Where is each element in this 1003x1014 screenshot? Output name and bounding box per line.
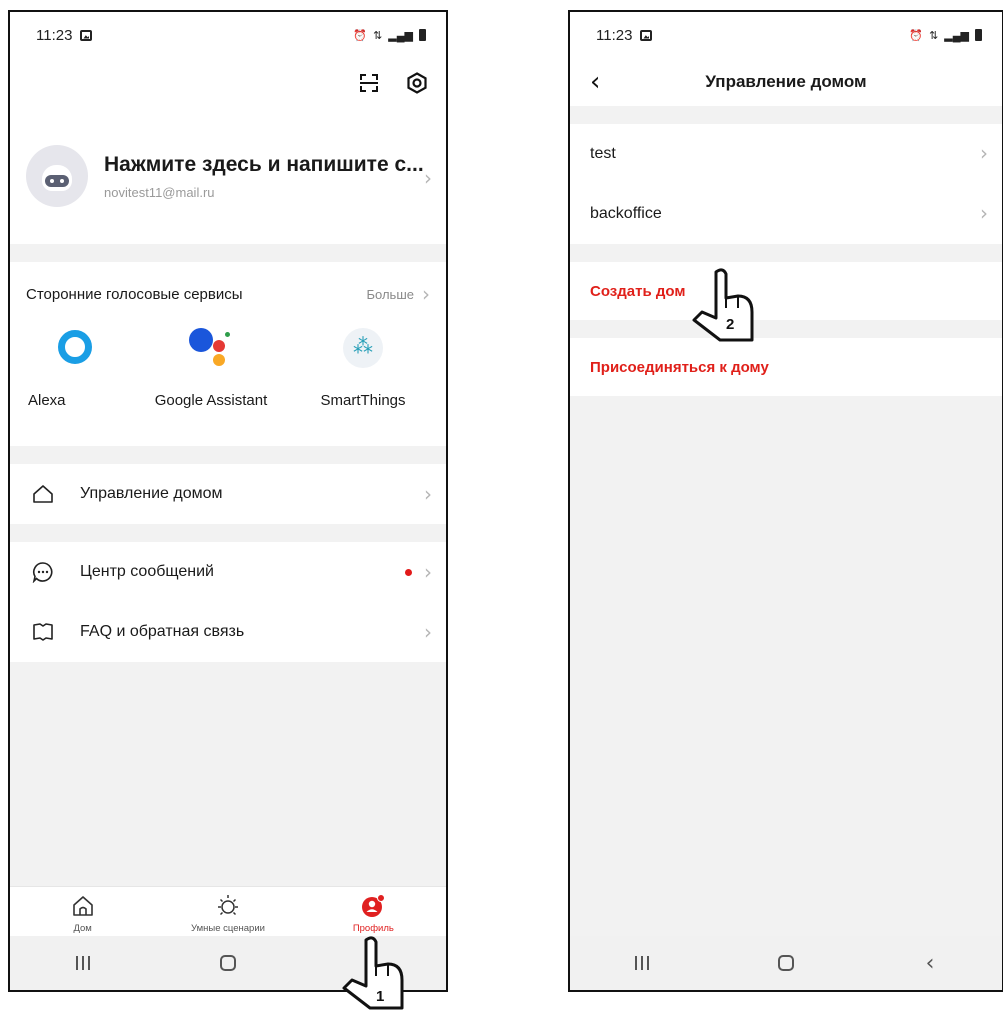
home-icon (72, 896, 93, 916)
google-assistant-icon (189, 326, 233, 370)
chevron-right-icon: › (424, 620, 432, 644)
nav-tab-home[interactable]: Дом (10, 887, 155, 940)
menu-label: Управление домом (80, 485, 223, 502)
bottom-navigation: Дом Умные сценарии Профиль (10, 886, 446, 940)
top-action-bar (10, 58, 446, 108)
nav-label: Умные сценарии (191, 923, 265, 934)
chevron-right-icon: › (980, 141, 988, 165)
page-header: ‹ Управление домом (570, 58, 1002, 106)
home-item-label: test (590, 145, 616, 162)
voice-item-alexa[interactable]: Alexa (28, 326, 124, 409)
avatar (26, 145, 88, 207)
page-title: Управление домом (705, 72, 867, 91)
home-button[interactable] (198, 948, 258, 978)
status-bar: 11:23 ⏰ ⇅ ▂▄▆ (570, 12, 1002, 58)
voice-item-label: SmartThings (320, 392, 406, 409)
menu-home-management[interactable]: Управление домом › (10, 464, 446, 524)
network-icon: ⇅ (373, 29, 383, 42)
system-navigation-bar: ‹ (570, 936, 1002, 990)
home-button[interactable] (756, 948, 816, 978)
menu-faq-feedback[interactable]: FAQ и обратная связь › (10, 602, 446, 662)
book-icon (33, 623, 53, 641)
alarm-icon: ⏰ (353, 29, 368, 42)
more-label: Больше (366, 286, 415, 302)
voice-item-google-assistant[interactable]: Google Assistant (146, 326, 276, 409)
pointing-hand-callout-2: 2 (690, 268, 760, 344)
home-item-test[interactable]: test › (570, 124, 1002, 184)
phone-screen-home-management: 11:23 ⏰ ⇅ ▂▄▆ ‹ Управление домом test › … (568, 10, 1003, 992)
home-item-label: backoffice (590, 205, 662, 222)
settings-hexagon-icon[interactable] (406, 72, 428, 94)
profile-card[interactable]: Нажмите здесь и напишите с... novitest11… (10, 108, 446, 244)
gallery-notification-icon (80, 29, 93, 41)
nav-tab-profile[interactable]: Профиль (301, 887, 446, 940)
home-outline-icon (33, 485, 53, 503)
battery-icon (975, 29, 982, 41)
profile-name: Нажмите здесь и напишите с... (104, 152, 424, 176)
nav-tab-scenes[interactable]: Умные сценарии (155, 887, 300, 940)
signal-icon: ▂▄▆ (388, 29, 413, 42)
status-time: 11:23 (36, 26, 73, 44)
create-home-button[interactable]: Создать дом (570, 262, 1002, 320)
callout-number: 1 (376, 988, 385, 1005)
unread-dot (405, 569, 412, 576)
voice-item-label: Google Assistant (154, 392, 268, 409)
pointing-hand-icon (692, 268, 754, 342)
pointing-hand-callout-1: 1 (340, 936, 410, 1012)
callout-number: 2 (726, 316, 735, 333)
back-button[interactable]: ‹ (900, 948, 960, 978)
alarm-icon: ⏰ (909, 29, 924, 42)
chevron-right-icon: › (422, 282, 430, 306)
gallery-notification-icon (640, 29, 653, 41)
chevron-right-icon: › (980, 201, 988, 225)
home-item-backoffice[interactable]: backoffice › (570, 184, 1002, 244)
voice-services-section: Сторонние голосовые сервисы Больше › Ale… (10, 262, 446, 446)
voice-item-smartthings[interactable]: ⁂ SmartThings (298, 326, 428, 409)
join-home-label: Присоединяться к дому (590, 358, 769, 376)
nav-label: Дом (73, 923, 92, 934)
back-arrow-icon[interactable]: ‹ (590, 67, 600, 97)
network-icon: ⇅ (929, 29, 939, 42)
voice-item-label: Alexa (28, 392, 66, 409)
battery-icon (419, 29, 426, 41)
phone-screen-profile: 11:23 ⏰ ⇅ ▂▄▆ Нажмите здесь и напишите с… (8, 10, 448, 992)
menu-label: Центр сообщений (80, 563, 214, 580)
join-home-button[interactable]: Присоединяться к дому (570, 338, 1002, 396)
create-home-label: Создать дом (590, 282, 686, 300)
chevron-right-icon: › (424, 482, 432, 506)
scan-icon[interactable] (360, 74, 378, 92)
pointing-hand-icon (342, 936, 404, 1010)
sun-icon (217, 895, 238, 916)
menu-label: FAQ и обратная связь (80, 623, 245, 640)
smartthings-icon: ⁂ (341, 326, 385, 370)
chat-bubble-icon (32, 562, 53, 583)
chevron-right-icon: › (424, 166, 432, 190)
profile-icon (362, 894, 386, 917)
alexa-icon (52, 326, 96, 370)
more-link[interactable]: Больше › (367, 282, 431, 306)
signal-icon: ▂▄▆ (944, 29, 969, 42)
nav-label: Профиль (352, 923, 394, 934)
status-bar: 11:23 ⏰ ⇅ ▂▄▆ (10, 12, 446, 58)
recent-apps-button[interactable] (612, 948, 672, 978)
voice-services-title: Сторонние голосовые сервисы (26, 285, 243, 303)
profile-email: novitest11@mail.ru (104, 184, 215, 200)
recent-apps-button[interactable] (53, 948, 113, 978)
status-time: 11:23 (596, 26, 633, 44)
menu-message-center[interactable]: Центр сообщений › (10, 542, 446, 602)
chevron-right-icon: › (424, 560, 432, 584)
